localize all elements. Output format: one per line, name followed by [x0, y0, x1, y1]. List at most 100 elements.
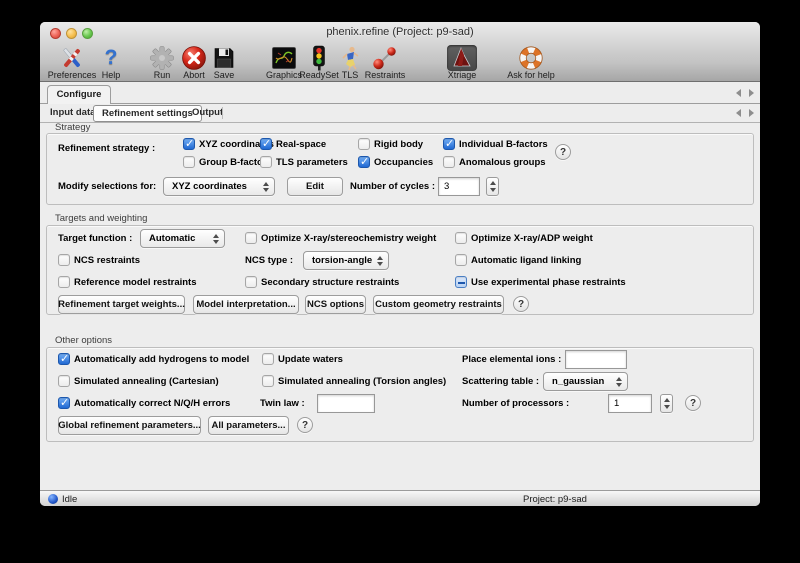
- checkbox-box: [58, 375, 70, 387]
- checkbox-box: [455, 254, 467, 266]
- dropdown-arrows-icon: [210, 234, 224, 244]
- tab-input-data[interactable]: Input data: [50, 107, 95, 118]
- checkbox-box: [262, 375, 274, 387]
- toolbar-button-xtriage[interactable]: Xtriage: [427, 45, 497, 81]
- all-parameters-button[interactable]: All parameters...: [208, 416, 289, 435]
- status-bar: Idle Project: p9-sad: [40, 490, 760, 506]
- life-ring-icon: [518, 45, 544, 71]
- titlebar[interactable]: phenix.refine (Project: p9-sad): [40, 22, 760, 44]
- checkbox-automatic-ligand-linking[interactable]: Automatic ligand linking: [455, 253, 581, 267]
- subtab-divider-line: [40, 122, 760, 123]
- checkbox-optimize-xray-adp-weight[interactable]: Optimize X-ray/ADP weight: [455, 231, 593, 245]
- window-title: phenix.refine (Project: p9-sad): [40, 26, 760, 38]
- dropdown-arrows-icon: [260, 182, 274, 192]
- modify-selections-label: Modify selections for:: [58, 181, 156, 192]
- checkbox-rigid-body[interactable]: Rigid body: [358, 137, 423, 151]
- checkbox-simulated-annealing-torsion[interactable]: Simulated annealing (Torsion angles): [262, 374, 446, 388]
- checkbox-box: [443, 138, 455, 150]
- dropdown-arrows-icon: [613, 377, 627, 387]
- checkbox-real-space[interactable]: Real-space: [260, 137, 326, 151]
- checkbox-box: [358, 156, 370, 168]
- tab-scroll-right-icon[interactable]: [749, 89, 754, 97]
- number-of-cycles-stepper[interactable]: [486, 177, 499, 196]
- tab-scroll-left-icon[interactable]: [736, 89, 741, 97]
- checkbox-box: [58, 276, 70, 288]
- checkbox-box: [58, 254, 70, 266]
- checkbox-box: [58, 397, 70, 409]
- model-interpretation-button[interactable]: Model interpretation...: [193, 295, 299, 314]
- checkbox-automatically-add-hydrogens[interactable]: Automatically add hydrogens to model: [58, 352, 249, 366]
- checkbox-simulated-annealing-cartesian[interactable]: Simulated annealing (Cartesian): [58, 374, 219, 388]
- status-indicator-icon: [48, 494, 58, 504]
- checkbox-box: [455, 232, 467, 244]
- checkbox-group-b-factors[interactable]: Group B-factors: [183, 155, 272, 169]
- help-icon: ?: [98, 45, 124, 71]
- dropdown-arrows-icon: [374, 256, 388, 266]
- status-project: Project: p9-sad: [523, 494, 587, 505]
- twin-law-input[interactable]: [317, 394, 375, 413]
- checkbox-reference-model-restraints[interactable]: Reference model restraints: [58, 275, 197, 289]
- checkbox-individual-b-factors[interactable]: Individual B-factors: [443, 137, 548, 151]
- edit-button[interactable]: Edit: [287, 177, 343, 196]
- checkbox-occupancies[interactable]: Occupancies: [358, 155, 433, 169]
- checkbox-ncs-restraints[interactable]: NCS restraints: [58, 253, 140, 267]
- number-of-cycles-label: Number of cycles :: [350, 181, 435, 192]
- ncs-options-button[interactable]: NCS options: [305, 295, 366, 314]
- checkbox-box: [443, 156, 455, 168]
- place-elemental-ions-input[interactable]: [565, 350, 627, 369]
- targets-group-label: Targets and weighting: [55, 213, 147, 224]
- checkbox-box: [455, 276, 467, 288]
- tab-output[interactable]: Output: [192, 107, 223, 118]
- phenix-refine-window: phenix.refine (Project: p9-sad) Preferen…: [40, 22, 760, 506]
- global-refinement-parameters-button[interactable]: Global refinement parameters...: [58, 416, 201, 435]
- toolbar-button-restraints[interactable]: Restraints: [350, 45, 420, 81]
- other-options-help-button[interactable]: ?: [297, 417, 313, 433]
- other-options-group-label: Other options: [55, 335, 112, 346]
- target-function-dropdown[interactable]: Automatic: [140, 229, 225, 248]
- checkbox-update-waters[interactable]: Update waters: [262, 352, 343, 366]
- checkbox-box: [245, 232, 257, 244]
- number-of-processors-stepper[interactable]: [660, 394, 673, 413]
- checkbox-anomalous-groups[interactable]: Anomalous groups: [443, 155, 546, 169]
- number-of-cycles-input[interactable]: 3: [438, 177, 480, 196]
- scattering-table-label: Scattering table :: [462, 376, 539, 387]
- checkbox-box: [183, 156, 195, 168]
- targets-help-button[interactable]: ?: [513, 296, 529, 312]
- checkbox-box: [358, 138, 370, 150]
- strategy-help-button[interactable]: ?: [555, 144, 571, 160]
- tab-divider-line: [40, 103, 760, 104]
- modify-selections-dropdown[interactable]: XYZ coordinates: [163, 177, 275, 196]
- checkbox-use-experimental-phase-restraints[interactable]: Use experimental phase restraints: [455, 275, 626, 289]
- save-floppy-icon: [211, 45, 237, 71]
- twin-law-label: Twin law :: [260, 398, 305, 409]
- checkbox-optimize-xray-stereochemistry-weight[interactable]: Optimize X-ray/stereochemistry weight: [245, 231, 436, 245]
- processors-help-button[interactable]: ?: [685, 395, 701, 411]
- refinement-target-weights-button[interactable]: Refinement target weights...: [58, 295, 185, 314]
- number-of-processors-label: Number of processors :: [462, 398, 569, 409]
- checkbox-box: [183, 138, 195, 150]
- tab-configure[interactable]: Configure: [47, 85, 111, 104]
- subtab-divider: [222, 107, 223, 119]
- toolbar-button-ask-for-help[interactable]: Ask for help: [496, 45, 566, 81]
- refinement-strategy-label: Refinement strategy :: [58, 143, 155, 154]
- checkbox-box: [58, 353, 70, 365]
- checkbox-box: [262, 353, 274, 365]
- ncs-type-label: NCS type :: [245, 255, 293, 266]
- place-elemental-ions-label: Place elemental ions :: [462, 354, 561, 365]
- number-of-processors-input[interactable]: 1: [608, 394, 652, 413]
- checkbox-automatically-correct-nqh-errors[interactable]: Automatically correct N/Q/H errors: [58, 396, 230, 410]
- subtab-scroll-left-icon[interactable]: [736, 109, 741, 117]
- target-function-label: Target function :: [58, 233, 132, 244]
- scattering-table-dropdown[interactable]: n_gaussian: [543, 372, 628, 391]
- checkbox-secondary-structure-restraints[interactable]: Secondary structure restraints: [245, 275, 399, 289]
- strategy-group-label: Strategy: [55, 122, 90, 133]
- window-chrome: phenix.refine (Project: p9-sad) Preferen…: [40, 22, 760, 82]
- checkbox-tls-parameters[interactable]: TLS parameters: [260, 155, 348, 169]
- subtab-scroll-right-icon[interactable]: [749, 109, 754, 117]
- custom-geometry-restraints-button[interactable]: Custom geometry restraints: [373, 295, 504, 314]
- tab-refinement-settings[interactable]: Refinement settings: [93, 105, 202, 122]
- status-text: Idle: [62, 494, 77, 505]
- ncs-type-dropdown[interactable]: torsion-angle: [303, 251, 389, 270]
- checkbox-box: [245, 276, 257, 288]
- xtriage-icon: [447, 45, 477, 71]
